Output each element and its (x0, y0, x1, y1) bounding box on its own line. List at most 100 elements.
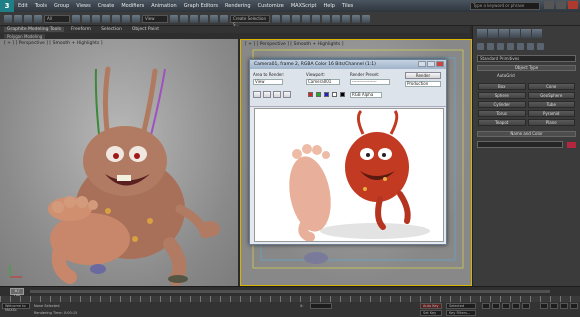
channel-select[interactable]: RGB Alpha (350, 92, 382, 98)
orbit-icon[interactable] (560, 303, 568, 309)
viewport-select[interactable]: Camera001 (306, 79, 340, 85)
blue-channel-icon[interactable] (324, 92, 329, 97)
space-warps-icon[interactable] (527, 43, 534, 50)
menu-maxscript[interactable]: MAXScript (291, 3, 317, 9)
x-coordinate-field[interactable] (310, 303, 332, 309)
align-icon[interactable] (282, 14, 290, 23)
render-button[interactable]: Render (405, 72, 441, 79)
box-button[interactable]: Box (478, 83, 526, 90)
menu-graph-editors[interactable]: Graph Editors (184, 3, 218, 9)
systems-icon[interactable] (537, 43, 544, 50)
mirror-icon[interactable] (272, 14, 280, 23)
snap-icon[interactable] (190, 14, 198, 23)
cone-button[interactable]: Cone (527, 83, 575, 90)
rotate-icon[interactable] (122, 14, 130, 23)
app-logo[interactable]: 3 (0, 0, 14, 12)
mono-icon[interactable] (340, 92, 345, 97)
menu-animation[interactable]: Animation (151, 3, 177, 9)
auto-key-button[interactable]: Auto Key (420, 303, 442, 309)
key-mode-select[interactable]: Selected (446, 303, 476, 309)
primitive-category-select[interactable]: Standard Primitives (477, 55, 576, 62)
time-slider-track[interactable] (30, 290, 550, 293)
window-crossing-icon[interactable] (102, 14, 110, 23)
sphere-button[interactable]: Sphere (478, 92, 526, 99)
red-channel-icon[interactable] (308, 92, 313, 97)
cameras-icon[interactable] (507, 43, 514, 50)
rectangle-select-icon[interactable] (92, 14, 100, 23)
tab-freeform[interactable]: Freeform (68, 27, 94, 32)
create-tab-icon[interactable] (477, 29, 487, 38)
display-tab-icon[interactable] (521, 29, 531, 38)
shapes-icon[interactable] (487, 43, 494, 50)
viewport-label[interactable]: [ + ] [ Perspective ] [ Smooth + Highlig… (4, 41, 102, 46)
menu-group[interactable]: Group (54, 3, 69, 9)
pan-icon[interactable] (550, 303, 558, 309)
close-icon[interactable] (436, 61, 444, 67)
lights-icon[interactable] (497, 43, 504, 50)
unlink-icon[interactable] (34, 14, 42, 23)
viewport-label[interactable]: [ + ] [ Perspective ] [ Smooth + Highlig… (245, 42, 343, 47)
select-icon[interactable] (72, 14, 80, 23)
motion-tab-icon[interactable] (510, 29, 520, 38)
production-select[interactable]: Production (405, 81, 441, 87)
clone-frame-icon[interactable] (273, 91, 281, 98)
close-icon[interactable] (568, 1, 578, 9)
tab-selection[interactable]: Selection (98, 27, 125, 32)
minimize-icon[interactable] (418, 61, 426, 67)
move-icon[interactable] (112, 14, 120, 23)
menu-tools[interactable]: Tools (35, 3, 47, 9)
reference-coord-dropdown[interactable]: View (142, 14, 168, 23)
area-to-render-select[interactable]: View (253, 79, 283, 85)
goto-start-icon[interactable] (482, 303, 490, 309)
redo-icon[interactable] (14, 14, 22, 23)
render-setup-icon[interactable] (342, 14, 350, 23)
modify-tab-icon[interactable] (488, 29, 498, 38)
viewport-left[interactable]: [ + ] [ Perspective ] [ Smooth + Highlig… (0, 39, 238, 286)
set-key-button[interactable]: Set Key (420, 310, 442, 316)
render-frame-icon[interactable] (352, 14, 360, 23)
selection-filter-dropdown[interactable]: All (44, 14, 70, 23)
time-slider[interactable]: 0 / 100 (10, 288, 24, 298)
geometry-icon[interactable] (477, 43, 484, 50)
object-type-rollout[interactable]: Object Type (477, 65, 576, 71)
geosphere-button[interactable]: GeoSphere (527, 92, 575, 99)
scale-icon[interactable] (132, 14, 140, 23)
render-teapot-icon[interactable] (362, 14, 370, 23)
object-color-swatch[interactable] (567, 141, 576, 148)
menu-edit[interactable]: Edit (18, 3, 28, 9)
select-by-name-icon[interactable] (82, 14, 90, 23)
cylinder-button[interactable]: Cylinder (478, 101, 526, 108)
autogrid-checkbox[interactable]: AutoGrid (477, 74, 576, 80)
menu-rendering[interactable]: Rendering (225, 3, 251, 9)
zoom-icon[interactable] (540, 303, 548, 309)
alpha-channel-icon[interactable] (332, 92, 337, 97)
link-icon[interactable] (24, 14, 32, 23)
teapot-button[interactable]: Teapot (478, 119, 526, 126)
pyramid-button[interactable]: Pyramid (527, 110, 575, 117)
play-icon[interactable] (502, 303, 510, 309)
print-icon[interactable] (283, 91, 291, 98)
named-selection-dropdown[interactable]: Create Selection S... (230, 14, 270, 27)
maximize-icon[interactable] (427, 61, 435, 67)
schematic-icon[interactable] (322, 14, 330, 23)
menu-help[interactable]: Help (324, 3, 335, 9)
save-image-icon[interactable] (253, 91, 261, 98)
menu-create[interactable]: Create (98, 3, 115, 9)
name-and-color-rollout[interactable]: Name and Color (477, 131, 576, 137)
percent-snap-icon[interactable] (210, 14, 218, 23)
plane-button[interactable]: Plane (527, 119, 575, 126)
tube-button[interactable]: Tube (527, 101, 575, 108)
green-channel-icon[interactable] (316, 92, 321, 97)
hierarchy-tab-icon[interactable] (499, 29, 509, 38)
graphite-icon[interactable] (302, 14, 310, 23)
maximize-viewport-icon[interactable] (570, 303, 578, 309)
prev-frame-icon[interactable] (492, 303, 500, 309)
angle-snap-icon[interactable] (200, 14, 208, 23)
goto-end-icon[interactable] (522, 303, 530, 309)
spinner-snap-icon[interactable] (220, 14, 228, 23)
render-preset-select[interactable]: ----------------- (350, 79, 390, 85)
layer-icon[interactable] (292, 14, 300, 23)
maxscript-listener[interactable]: Welcome to MAXSc (2, 303, 30, 312)
tab-object-paint[interactable]: Object Paint (129, 27, 162, 32)
next-frame-icon[interactable] (512, 303, 520, 309)
